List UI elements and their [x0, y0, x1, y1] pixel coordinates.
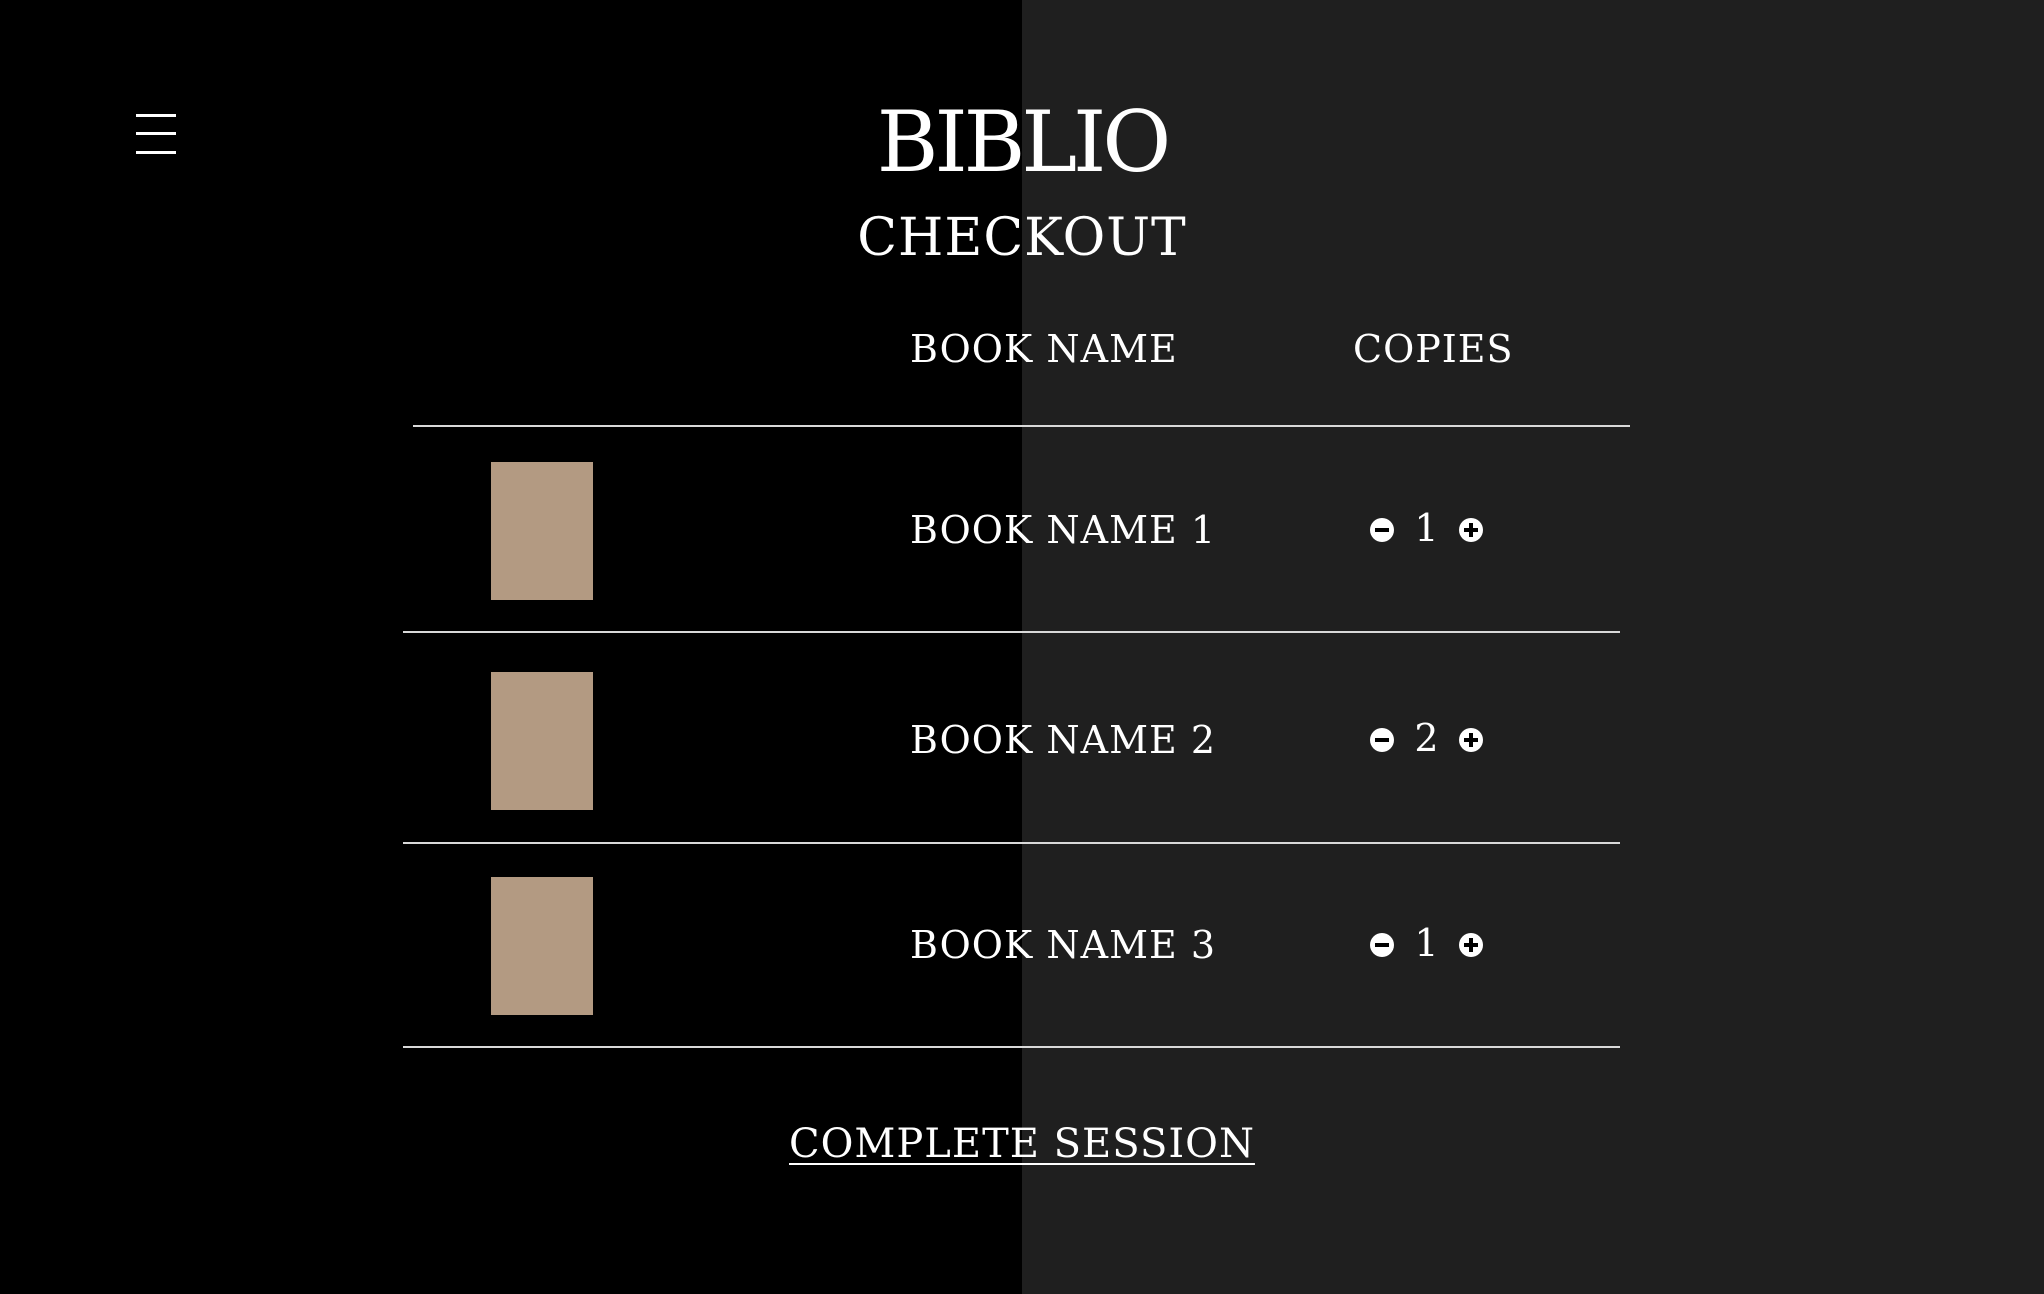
logo: BIBLIO [876, 93, 1171, 191]
book-cover-image [491, 462, 593, 600]
page-title: CHECKOUT [857, 208, 1187, 268]
complete-session-link[interactable]: COMPLETE SESSION [789, 1121, 1255, 1167]
minus-circle-icon[interactable] [1370, 518, 1394, 542]
complete-session-link-wrapper: COMPLETE SESSION [0, 1124, 2044, 1164]
book-cover-image [491, 672, 593, 810]
book-name: BOOK NAME 1 [910, 508, 1217, 552]
book-name: BOOK NAME 2 [910, 718, 1217, 762]
column-header-book-name: BOOK NAME [910, 327, 1178, 371]
minus-circle-icon[interactable] [1370, 728, 1394, 752]
table-divider [403, 842, 1620, 844]
copies-stepper: 2 [1370, 719, 1483, 757]
book-name: BOOK NAME 3 [910, 923, 1217, 967]
table-divider [403, 1046, 1620, 1048]
copies-value: 1 [1414, 921, 1439, 965]
copies-value: 2 [1414, 716, 1439, 760]
plus-circle-icon[interactable] [1459, 518, 1483, 542]
background-right-panel [1022, 0, 2044, 1294]
plus-circle-icon[interactable] [1459, 728, 1483, 752]
column-header-copies: COPIES [1353, 327, 1514, 371]
copies-stepper: 1 [1370, 509, 1483, 547]
book-cover-image [491, 877, 593, 1015]
minus-circle-icon[interactable] [1370, 933, 1394, 957]
copies-value: 1 [1414, 506, 1439, 550]
copies-stepper: 1 [1370, 924, 1483, 962]
table-divider [413, 425, 1630, 427]
plus-circle-icon[interactable] [1459, 933, 1483, 957]
table-divider [403, 631, 1620, 633]
